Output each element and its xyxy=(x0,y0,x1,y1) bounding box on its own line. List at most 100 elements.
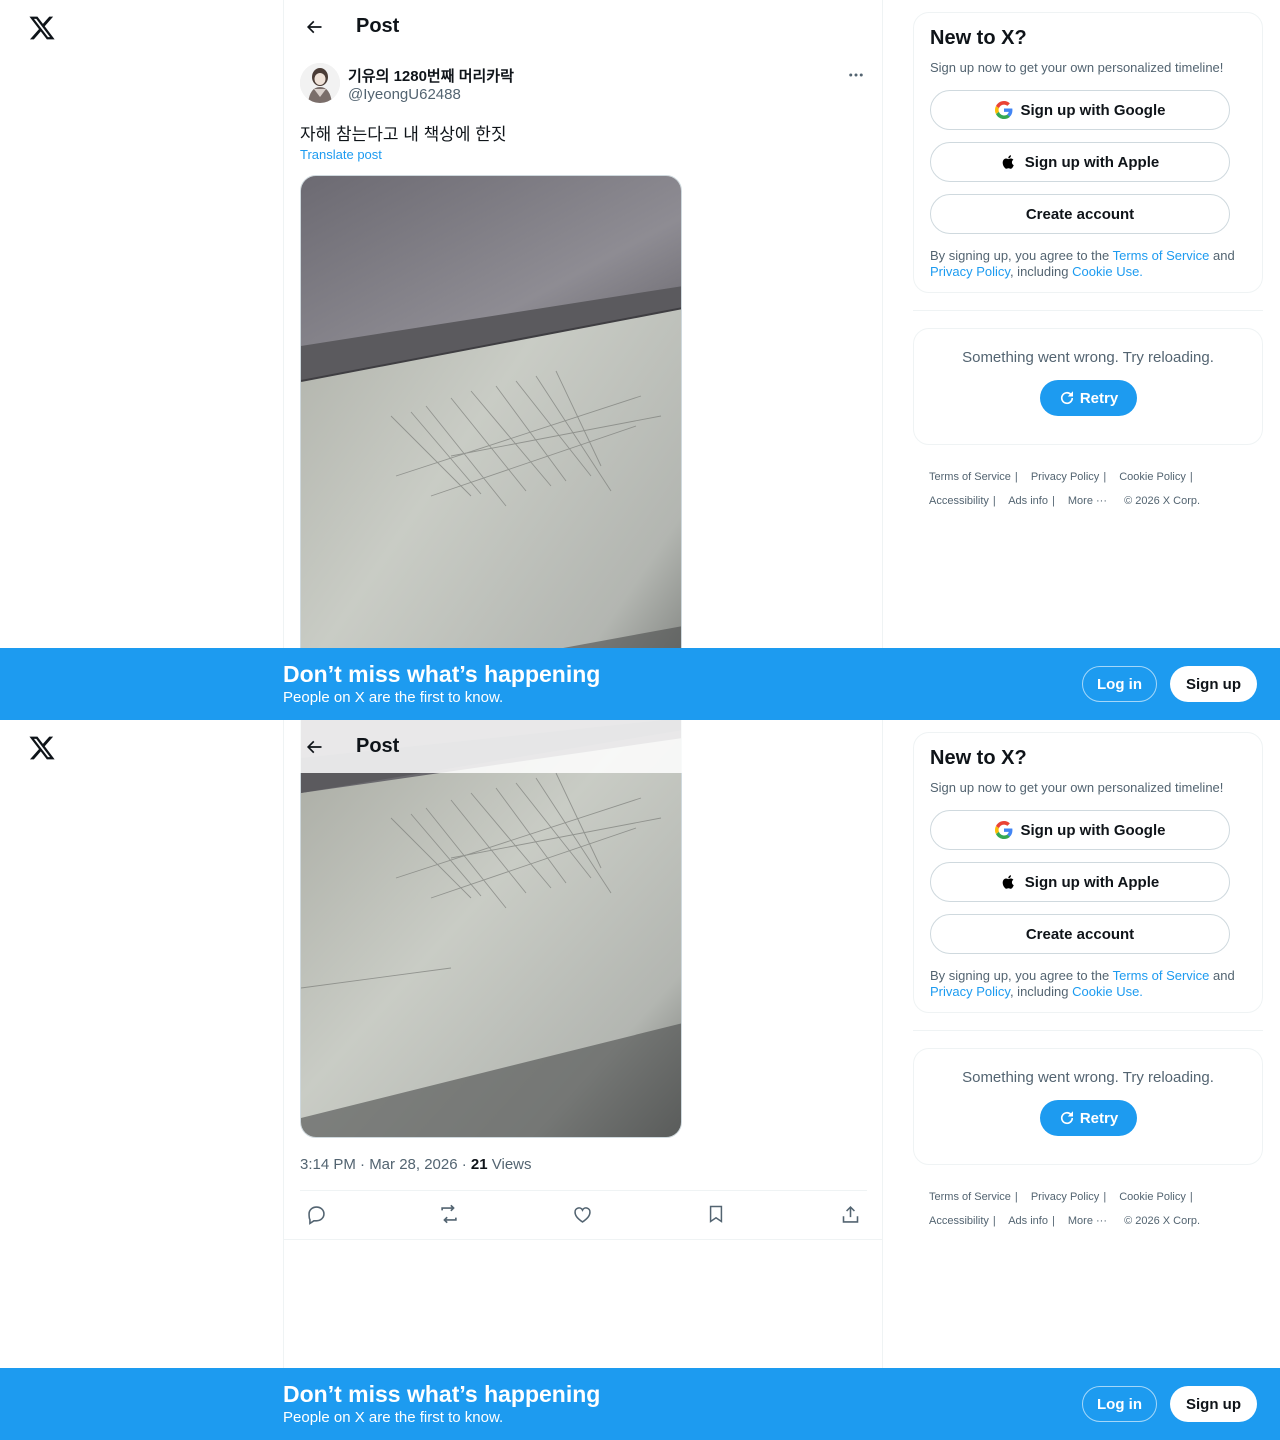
create-account-button[interactable]: Create account xyxy=(930,914,1230,954)
views-label: Views xyxy=(487,1156,532,1173)
cookie-link[interactable]: Cookie Use. xyxy=(1072,984,1143,999)
error-message: Something went wrong. Try reloading. xyxy=(962,349,1214,366)
post-timestamp: 3:14 PM · Mar 28, 2026 · 21 Views xyxy=(300,1156,532,1173)
signup-title: New to X? xyxy=(930,27,1027,49)
footer-copyright: © 2026 X Corp. xyxy=(1124,495,1201,507)
signup-apple-label: Sign up with Apple xyxy=(1024,873,1160,891)
sidebar: New to X? Sign up now to get your own pe… xyxy=(913,732,1263,1233)
footer-accessibility[interactable]: Accessibility xyxy=(929,495,989,507)
signup-banner: Don’t miss what’s happening People on X … xyxy=(0,1368,1280,1440)
signup-google-label: Sign up with Google xyxy=(1020,101,1166,119)
terms-link[interactable]: Terms of Service xyxy=(1113,248,1210,263)
privacy-link[interactable]: Privacy Policy xyxy=(930,264,1010,279)
footer-more[interactable]: More ··· xyxy=(1068,495,1107,507)
signup-subtitle: Sign up now to get your own personalized… xyxy=(930,60,1224,75)
author-handle[interactable]: @IyeongU62488 xyxy=(348,86,461,103)
views-count: 21 xyxy=(470,1156,488,1173)
post-image[interactable] xyxy=(300,175,682,720)
signup-button[interactable]: Sign up xyxy=(1170,1386,1257,1422)
repost-icon xyxy=(441,1204,457,1224)
viewport-scrolled: Post 3:14 PM · Mar 28, 2026 · 21 Views N… xyxy=(0,720,1280,1440)
google-icon xyxy=(994,101,1013,119)
author-name[interactable]: 기유의 1280번째 머리카락 xyxy=(348,65,514,86)
post-header: Post xyxy=(284,0,882,53)
divider xyxy=(300,1190,867,1191)
repost-button[interactable] xyxy=(433,1198,465,1230)
back-button[interactable] xyxy=(300,733,328,761)
error-card: Something went wrong. Try reloading. Ret… xyxy=(913,1048,1263,1165)
share-icon xyxy=(842,1205,858,1223)
more-options-button[interactable] xyxy=(844,65,868,85)
create-account-button[interactable]: Create account xyxy=(930,194,1230,234)
footer-links: Terms of Service | Privacy Policy | Cookie… xyxy=(929,471,1201,507)
share-button[interactable] xyxy=(834,1198,866,1230)
translate-post-link[interactable]: Translate post xyxy=(300,147,382,162)
signup-apple-button[interactable]: Sign up with Apple xyxy=(930,142,1230,182)
signup-legal-text: By signing up, you agree to the Terms of… xyxy=(930,248,1235,279)
banner-subtitle: People on X are the first to know. xyxy=(283,1409,504,1426)
privacy-link[interactable]: Privacy Policy xyxy=(930,984,1010,999)
signup-banner: Don’t miss what’s happening People on X … xyxy=(0,648,1280,720)
error-message: Something went wrong. Try reloading. xyxy=(962,1069,1214,1086)
arrow-left-icon xyxy=(306,20,322,34)
footer-cookie[interactable]: Cookie Policy xyxy=(1119,471,1186,483)
retry-button[interactable]: Retry xyxy=(1039,380,1137,416)
x-logo-icon[interactable] xyxy=(28,734,56,762)
post-header: Post xyxy=(284,720,882,773)
post-text: 자해 참는다고 내 책상에 한짓 xyxy=(300,125,507,144)
footer-copyright: © 2026 X Corp. xyxy=(1124,1215,1201,1227)
footer-privacy[interactable]: Privacy Policy xyxy=(1031,471,1099,483)
x-logo-icon[interactable] xyxy=(28,14,56,42)
divider xyxy=(913,310,1263,311)
bookmark-button[interactable] xyxy=(700,1198,732,1230)
error-card: Something went wrong. Try reloading. Ret… xyxy=(913,328,1263,445)
signup-google-button[interactable]: Sign up with Google xyxy=(930,810,1230,850)
arrow-left-icon xyxy=(306,740,322,754)
post-time[interactable]: 3:14 PM · Mar 28, 2026 · xyxy=(300,1156,471,1173)
footer-accessibility[interactable]: Accessibility xyxy=(929,1215,989,1227)
avatar[interactable] xyxy=(300,63,340,103)
ellipsis-icon xyxy=(849,73,863,77)
primary-column: Post 기유의 1280번째 머리카락 @IyeongU62488 자해 참는… xyxy=(283,0,883,720)
signup-apple-label: Sign up with Apple xyxy=(1024,153,1160,171)
retry-label: Retry xyxy=(1079,389,1119,407)
signup-google-label: Sign up with Google xyxy=(1020,821,1166,839)
apple-icon xyxy=(1001,153,1017,171)
footer-privacy[interactable]: Privacy Policy xyxy=(1031,1191,1099,1203)
post-image[interactable] xyxy=(300,720,682,1138)
divider xyxy=(284,1239,882,1240)
signup-title: New to X? xyxy=(930,747,1027,769)
post-actions xyxy=(300,1198,867,1234)
google-icon xyxy=(994,821,1013,839)
create-account-label: Create account xyxy=(1025,205,1135,223)
footer-terms[interactable]: Terms of Service xyxy=(929,1191,1011,1203)
signup-card: New to X? Sign up now to get your own pe… xyxy=(913,732,1263,1013)
footer-terms[interactable]: Terms of Service xyxy=(929,471,1011,483)
refresh-icon xyxy=(1058,1109,1076,1127)
signup-apple-button[interactable]: Sign up with Apple xyxy=(930,862,1230,902)
post-author: 기유의 1280번째 머리카락 @IyeongU62488 xyxy=(300,63,868,107)
footer-cookie[interactable]: Cookie Policy xyxy=(1119,1191,1186,1203)
signup-legal-text: By signing up, you agree to the Terms of… xyxy=(930,968,1235,999)
login-button[interactable]: Log in xyxy=(1082,1386,1157,1422)
retry-label: Retry xyxy=(1079,1109,1119,1127)
terms-link[interactable]: Terms of Service xyxy=(1113,968,1210,983)
banner-title: Don’t miss what’s happening xyxy=(283,661,601,687)
footer-ads[interactable]: Ads info xyxy=(1008,1215,1048,1227)
bookmark-icon xyxy=(709,1205,723,1223)
footer-ads[interactable]: Ads info xyxy=(1008,495,1048,507)
signup-google-button[interactable]: Sign up with Google xyxy=(930,90,1230,130)
retry-button[interactable]: Retry xyxy=(1039,1100,1137,1136)
footer-more[interactable]: More ··· xyxy=(1068,1215,1107,1227)
refresh-icon xyxy=(1058,389,1076,407)
login-button[interactable]: Log in xyxy=(1082,666,1157,702)
like-button[interactable] xyxy=(566,1198,598,1230)
page-title: Post xyxy=(356,735,400,757)
reply-button[interactable] xyxy=(300,1198,332,1230)
banner-title: Don’t miss what’s happening xyxy=(283,1381,601,1407)
back-button[interactable] xyxy=(300,13,328,41)
divider xyxy=(913,1030,1263,1031)
cookie-link[interactable]: Cookie Use. xyxy=(1072,264,1143,279)
signup-card: New to X? Sign up now to get your own pe… xyxy=(913,12,1263,293)
signup-button[interactable]: Sign up xyxy=(1170,666,1257,702)
